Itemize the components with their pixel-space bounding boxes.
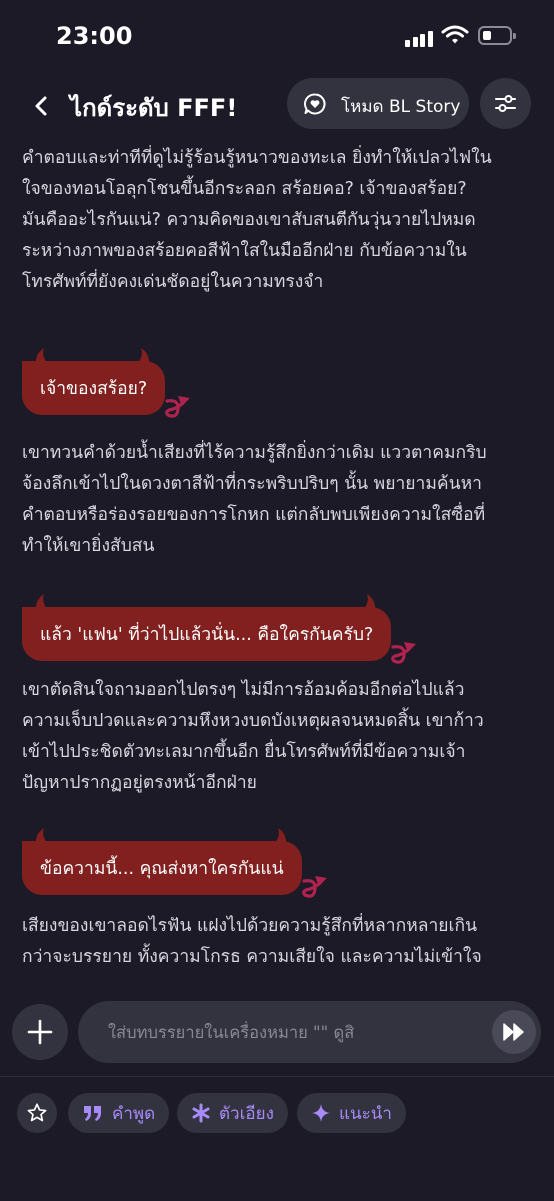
story-paragraph: เขาตัดสินใจถามออกไปตรงๆ ไม่มีการอ้อมค้อม…: [22, 680, 484, 793]
asterisk-icon: [191, 1103, 211, 1123]
chat-title: ไกด์ระดับ FFF!: [70, 94, 238, 122]
sparkle-icon: [311, 1103, 331, 1123]
dialogue-bubble: เจ้าของสร้อย?: [22, 348, 191, 418]
italic-chip-label: ตัวเอียง: [219, 1103, 274, 1124]
devil-horn-icon: [35, 594, 48, 610]
plus-icon: [27, 1019, 53, 1045]
devil-horn-icon: [35, 828, 48, 844]
chat-header: ไกด์ระดับ FFF! โหมด BL Story: [0, 78, 554, 132]
message-field: [78, 1001, 541, 1063]
fast-forward-icon: [503, 1023, 524, 1041]
mode-label: โหมด BL Story: [341, 97, 461, 117]
wifi-icon: [441, 25, 469, 49]
story-paragraph: เขาทวนคำด้วยน้ำเสียงที่ไร้ความรู้สึกยิ่ง…: [22, 443, 487, 556]
devil-tail-icon: [301, 876, 327, 898]
add-button[interactable]: [12, 1004, 68, 1060]
settings-button[interactable]: [480, 78, 531, 129]
quote-chip-label: คำพูด: [112, 1103, 156, 1124]
favorite-button[interactable]: [17, 1093, 57, 1133]
chevron-left-icon: [35, 96, 47, 116]
dialogue-text: ข้อความนี้... คุณส่งหาใครกันแน่: [40, 859, 284, 879]
back-button[interactable]: [28, 92, 56, 120]
heart-chat-icon: [303, 92, 327, 120]
format-toolbar: คำพูด ตัวเอียง แนะนำ: [0, 1076, 554, 1201]
quote-icon: [82, 1104, 104, 1122]
suggest-chip-label: แนะนำ: [339, 1103, 392, 1124]
signal-icon: [405, 28, 435, 47]
suggest-chip[interactable]: แนะนำ: [297, 1093, 406, 1133]
dialogue-bubble: แล้ว 'แฟน' ที่ว่าไปแล้วนั่น... คือใครกัน…: [22, 594, 417, 664]
quote-chip[interactable]: คำพูด: [68, 1093, 170, 1133]
italic-chip[interactable]: ตัวเอียง: [177, 1093, 288, 1133]
devil-horn-icon: [273, 828, 286, 844]
status-time: 23:00: [56, 22, 133, 50]
devil-horn-icon: [35, 348, 48, 364]
story-paragraph: คำตอบและท่าทีที่ดูไม่รู้ร้อนรู้หนาวของทะ…: [22, 148, 492, 292]
dialogue-bubble: ข้อความนี้... คุณส่งหาใครกันแน่: [22, 828, 327, 898]
devil-horn-icon: [363, 594, 376, 610]
composer: [0, 1001, 554, 1071]
message-input[interactable]: [106, 1017, 490, 1047]
dialogue-text: แล้ว 'แฟน' ที่ว่าไปแล้วนั่น... คือใครกัน…: [40, 625, 374, 645]
mode-button[interactable]: โหมด BL Story: [287, 78, 469, 129]
status-bar: 23:00: [0, 0, 554, 72]
star-icon: [27, 1103, 47, 1122]
devil-tail-icon: [391, 642, 417, 664]
dialogue-text: เจ้าของสร้อย?: [40, 379, 148, 399]
devil-horn-icon: [137, 348, 150, 364]
sliders-icon: [495, 95, 516, 112]
story-paragraph: เสียงของเขาลอดไรฟัน แฝงไปด้วยความรู้สึกท…: [22, 916, 482, 967]
send-button[interactable]: [492, 1010, 536, 1054]
battery-icon: [478, 26, 516, 45]
devil-tail-icon: [165, 396, 191, 418]
